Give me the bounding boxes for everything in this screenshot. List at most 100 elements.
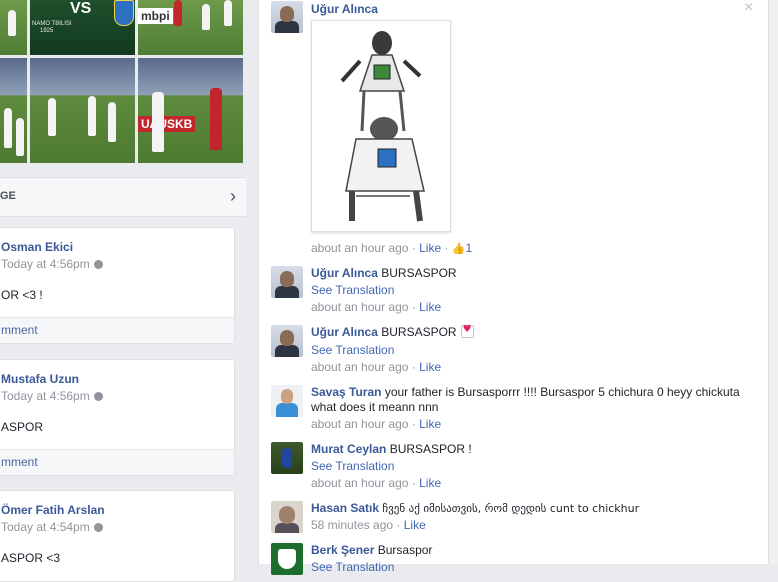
post-footer: mment (0, 317, 234, 343)
player-figure (48, 98, 56, 136)
like-link[interactable]: Like (419, 476, 441, 490)
post-time: Today at 4:54pm (1, 520, 103, 534)
comment-meta: about an hour ago · Like (311, 300, 441, 314)
panel-header[interactable]: GE › (0, 177, 246, 217)
post-card: Osman Ekici Today at 4:56pm OR <3 ! mmen… (0, 227, 235, 344)
comment-block: Savaş Turan your father is Bursasporrr !… (311, 385, 751, 415)
comment-meta: about an hour ago · Like · 👍1 (311, 241, 472, 255)
comment-time[interactable]: about an hour ago (311, 241, 408, 255)
post-card: Ömer Fatih Arslan Today at 4:54pm ASPOR … (0, 490, 235, 582)
close-icon[interactable]: × (744, 0, 753, 17)
photo-thumbnail[interactable] (30, 58, 135, 163)
commenter-name: Berk Şener Bursaspor (311, 543, 432, 557)
commenter-name: Hasan Satık ჩვენ აქ იმისათვის, რომ დედის… (311, 501, 639, 515)
comment-text: BURSASPOR (381, 325, 457, 339)
comment-meta: about an hour ago · Like (311, 417, 441, 431)
like-link[interactable]: Like (404, 518, 426, 532)
player-figure (224, 0, 232, 26)
see-translation-link[interactable]: See Translation (311, 560, 394, 574)
avatar[interactable] (271, 442, 303, 474)
avatar[interactable] (271, 325, 303, 357)
comment-image[interactable] (311, 20, 451, 232)
ad-board: mbpi (138, 8, 173, 24)
photo-thumbnail[interactable]: mbpi (138, 0, 243, 55)
post-time: Today at 4:56pm (1, 257, 103, 271)
comment-time[interactable]: 58 minutes ago (311, 518, 393, 532)
post-time-text: Today at 4:56pm (1, 389, 90, 403)
club-year: 1925 (40, 28, 54, 34)
thumbs-up-icon: 👍 (451, 242, 466, 255)
avatar[interactable] (271, 1, 303, 33)
commenter-name-link[interactable]: Berk Şener (311, 543, 374, 557)
chevron-right-icon[interactable]: › (230, 186, 236, 207)
like-count-value: 1 (465, 241, 473, 255)
scrollbar[interactable] (768, 0, 778, 564)
team-badge-text: VS (70, 0, 92, 17)
player-figure (210, 88, 222, 150)
dot-separator: · (396, 518, 401, 532)
player-figure (174, 0, 182, 26)
like-link[interactable]: Like (419, 360, 441, 374)
photo-thumbnail[interactable] (0, 58, 27, 163)
left-column: VS NAMO TBILISI 1925 mbpi UAUSKB GE › Os… (0, 0, 246, 582)
commenter-name-link[interactable]: Uğur Alınca (311, 325, 378, 339)
player-figure (202, 4, 210, 30)
dot-separator: · (411, 300, 416, 314)
avatar[interactable] (271, 385, 303, 417)
post-footer: mment (0, 449, 234, 475)
avatar[interactable] (271, 501, 303, 533)
commenter-name[interactable]: Savaş Turan (311, 385, 381, 399)
commenter-name: Uğur Alınca BURSASPOR (311, 324, 474, 339)
comment-text: BURSASPOR ! (389, 442, 472, 456)
club-crest-icon (114, 0, 134, 26)
heart-emoji-icon (460, 324, 474, 338)
dot-separator: · (444, 241, 449, 255)
dot-separator: · (411, 476, 416, 490)
commenter-name: Murat Ceylan BURSASPOR ! (311, 442, 472, 456)
avatar[interactable] (271, 266, 303, 298)
player-figure (4, 108, 12, 148)
like-link[interactable]: Like (419, 417, 441, 431)
comment-meta: about an hour ago · Like (311, 476, 441, 490)
dot-separator: · (411, 360, 416, 374)
comment-time[interactable]: about an hour ago (311, 300, 408, 314)
comment-text: Bursaspor (377, 543, 433, 557)
post-body: ASPOR <3 (1, 551, 61, 565)
commenter-name-link[interactable]: Uğur Alınca (311, 266, 378, 280)
post-body: OR <3 ! (1, 288, 43, 302)
avatar[interactable] (271, 543, 303, 575)
see-translation-link[interactable]: See Translation (311, 283, 394, 297)
see-translation-link[interactable]: See Translation (311, 459, 394, 473)
post-body: ASPOR (1, 420, 44, 434)
comment-meta: about an hour ago · Like (311, 360, 441, 374)
like-link[interactable]: Like (419, 300, 441, 314)
player-figure (8, 10, 16, 36)
ad-board: UAUSKB (138, 116, 196, 132)
comment-time[interactable]: about an hour ago (311, 476, 408, 490)
player-figure (16, 118, 24, 156)
post-author[interactable]: Ömer Fatih Arslan (1, 503, 105, 517)
commenter-name-link[interactable]: Murat Ceylan (311, 442, 386, 456)
like-count[interactable]: 👍1 (452, 241, 472, 255)
commenter-name: Uğur Alınca BURSASPOR (311, 266, 457, 280)
photo-thumbnail[interactable] (0, 0, 27, 55)
panel-title: GE (0, 190, 16, 202)
like-link[interactable]: Like (419, 241, 441, 255)
see-translation-link[interactable]: See Translation (311, 343, 394, 357)
club-name: NAMO TBILISI (32, 21, 72, 27)
comment-link[interactable]: mment (1, 323, 38, 337)
post-time-text: Today at 4:56pm (1, 257, 90, 271)
photo-thumbnail[interactable]: UAUSKB (138, 58, 243, 163)
comments-panel: Uğur Alınca about an hour ago · Like · 👍… (258, 0, 769, 575)
globe-icon (93, 523, 103, 532)
comment-time[interactable]: about an hour ago (311, 360, 408, 374)
comment-time[interactable]: about an hour ago (311, 417, 408, 431)
dot-separator: · (411, 241, 416, 255)
comment-link[interactable]: mment (1, 455, 38, 469)
commenter-name-link[interactable]: Hasan Satık (311, 501, 379, 515)
post-card: Mustafa Uzun Today at 4:56pm ASPOR mment (0, 359, 235, 476)
post-author[interactable]: Mustafa Uzun (1, 372, 79, 386)
post-author[interactable]: Osman Ekici (1, 240, 73, 254)
commenter-name[interactable]: Uğur Alınca (311, 2, 378, 16)
photo-thumbnail[interactable]: VS NAMO TBILISI 1925 (30, 0, 135, 55)
